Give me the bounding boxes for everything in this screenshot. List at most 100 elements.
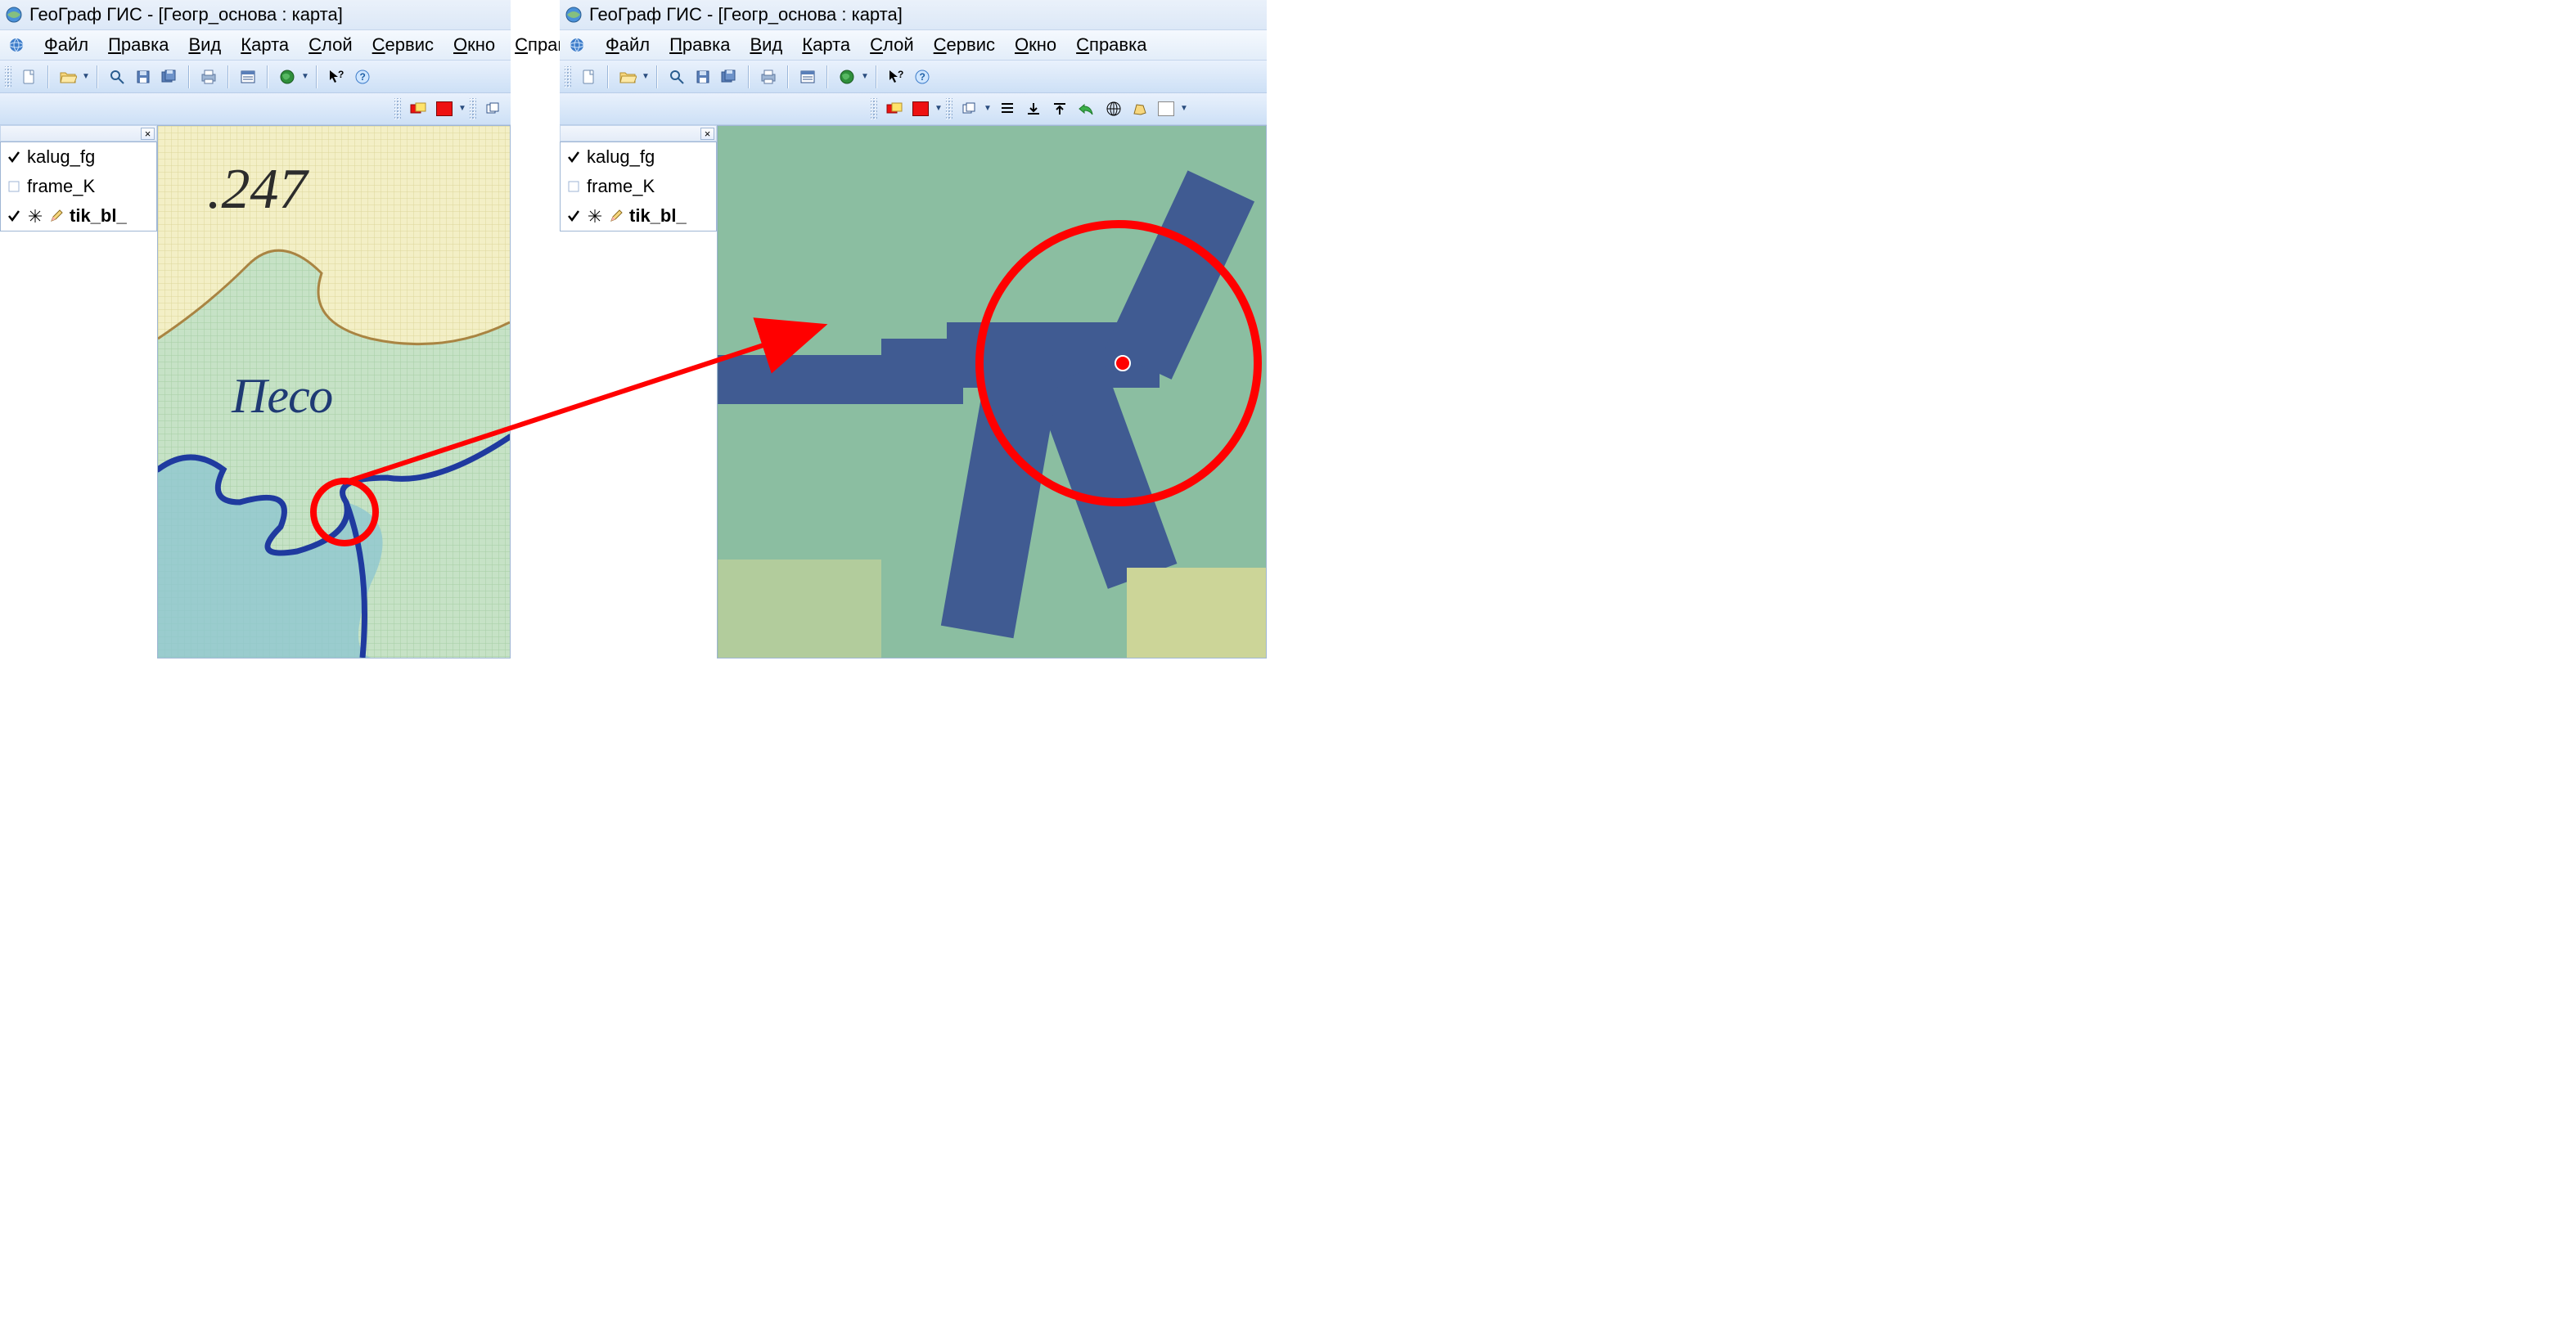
- white-dropdown-icon[interactable]: ▼: [1180, 97, 1188, 121]
- white-swatch-button[interactable]: [1154, 97, 1178, 121]
- grid-globe-button[interactable]: [1101, 97, 1126, 121]
- menu-layer[interactable]: Слой: [870, 34, 914, 56]
- menu-service[interactable]: Сервис: [372, 34, 434, 56]
- toolbar-sep: [874, 65, 879, 88]
- cascade-windows-button[interactable]: [481, 97, 506, 121]
- cascade-dropdown-icon[interactable]: ▼: [984, 97, 992, 121]
- globe-dropdown-icon[interactable]: ▼: [301, 65, 309, 89]
- fill-dropdown-icon[interactable]: ▼: [458, 97, 466, 121]
- help-button[interactable]: ?: [910, 65, 934, 89]
- checkbox-empty-icon[interactable]: [6, 178, 22, 195]
- fill-dropdown-icon[interactable]: ▼: [934, 97, 943, 121]
- checkmark-icon[interactable]: [565, 208, 582, 224]
- menu-file[interactable]: Файл: [44, 34, 88, 56]
- window-list-button[interactable]: [236, 65, 260, 89]
- help-cursor-button[interactable]: ?: [324, 65, 349, 89]
- open-folder-button[interactable]: [56, 65, 80, 89]
- open-folder-button[interactable]: [615, 65, 640, 89]
- overlap-windows-button[interactable]: [882, 97, 907, 121]
- globe-button[interactable]: [835, 65, 859, 89]
- toolbar-grip-icon[interactable]: [5, 66, 11, 88]
- menu-service[interactable]: Сервис: [934, 34, 995, 56]
- help-button[interactable]: ?: [350, 65, 375, 89]
- new-file-button[interactable]: [16, 65, 41, 89]
- white-swatch-icon: [1158, 101, 1174, 116]
- fill-swatch-button[interactable]: [908, 97, 933, 121]
- align-top-button[interactable]: [1047, 97, 1072, 121]
- globe-dropdown-icon[interactable]: ▼: [861, 65, 869, 89]
- close-icon[interactable]: ×: [700, 128, 714, 140]
- zoom-button[interactable]: [664, 65, 689, 89]
- menu-map[interactable]: Карта: [802, 34, 850, 56]
- map-canvas[interactable]: .247 Песо: [157, 125, 511, 658]
- toolbar-grip-icon[interactable]: [394, 98, 401, 119]
- layer-item-tik[interactable]: tik_bl_: [1, 201, 156, 231]
- overlap-windows-button[interactable]: [406, 97, 430, 121]
- print-button[interactable]: [756, 65, 781, 89]
- pencil-icon: [48, 208, 65, 224]
- align-bottom-button[interactable]: [1021, 97, 1046, 121]
- save-all-button[interactable]: [717, 65, 741, 89]
- red-swatch-icon: [912, 101, 929, 116]
- menu-map[interactable]: Карта: [241, 34, 289, 56]
- checkmark-icon[interactable]: [565, 149, 582, 165]
- menu-view[interactable]: Вид: [188, 34, 221, 56]
- mdi-globe-icon[interactable]: [8, 36, 25, 54]
- menu-help[interactable]: Справка: [1076, 34, 1146, 56]
- layer-panel: × kalug_fg frame_K tik_bl_: [0, 125, 157, 658]
- river-label: Песо: [231, 369, 333, 423]
- window-list-button[interactable]: [795, 65, 820, 89]
- toolbar-sep: [606, 65, 610, 88]
- toolbar-grip-icon[interactable]: [470, 98, 476, 119]
- map-canvas-zoom[interactable]: [717, 125, 1267, 658]
- menu-edit[interactable]: Правка: [108, 34, 169, 56]
- close-icon[interactable]: ×: [141, 128, 155, 140]
- layer-item-kalug[interactable]: kalug_fg: [1, 142, 156, 172]
- titlebar[interactable]: ГеоГраф ГИС - [Геогр_основа : карта]: [560, 0, 1267, 30]
- polygon-tool-button[interactable]: [1128, 97, 1152, 121]
- titlebar[interactable]: ГеоГраф ГИС - [Геогр_основа : карта]: [0, 0, 511, 30]
- checkbox-empty-icon[interactable]: [565, 178, 582, 195]
- layer-panel: × kalug_fg frame_K tik_bl_: [560, 125, 717, 658]
- menu-window[interactable]: Окно: [453, 34, 495, 56]
- layer-label: kalug_fg: [587, 146, 655, 168]
- layer-item-frame[interactable]: frame_K: [561, 172, 716, 201]
- checkmark-icon[interactable]: [6, 208, 22, 224]
- open-dropdown-icon[interactable]: ▼: [642, 65, 650, 89]
- menu-edit[interactable]: Правка: [669, 34, 730, 56]
- layer-item-tik[interactable]: tik_bl_: [561, 201, 716, 231]
- fill-swatch-button[interactable]: [432, 97, 457, 121]
- undo-button[interactable]: [1074, 97, 1098, 121]
- align-left-button[interactable]: [995, 97, 1020, 121]
- mdi-globe-icon[interactable]: [568, 36, 586, 54]
- cascade-windows-button[interactable]: [957, 97, 982, 121]
- menu-window[interactable]: Окно: [1015, 34, 1056, 56]
- node-point-icon: [1115, 356, 1130, 371]
- save-button[interactable]: [691, 65, 715, 89]
- menu-view[interactable]: Вид: [750, 34, 782, 56]
- toolbar-grip-icon[interactable]: [565, 66, 571, 88]
- toolbar-sep: [746, 65, 751, 88]
- new-file-button[interactable]: [576, 65, 601, 89]
- workspace: × kalug_fg frame_K tik_bl_: [560, 125, 1267, 658]
- save-all-button[interactable]: [157, 65, 182, 89]
- toolbar-grip-icon[interactable]: [946, 98, 952, 119]
- workspace: × kalug_fg frame_K tik_bl_: [0, 125, 511, 658]
- layer-label: frame_K: [587, 176, 655, 197]
- zoom-button[interactable]: [105, 65, 129, 89]
- help-cursor-button[interactable]: ?: [884, 65, 908, 89]
- menubar: Файл Правка Вид Карта Слой Сервис Окно С…: [560, 30, 1267, 61]
- menu-layer[interactable]: Слой: [308, 34, 353, 56]
- toolbar-grip-icon[interactable]: [871, 98, 877, 119]
- layer-panel-header[interactable]: ×: [0, 125, 157, 142]
- save-button[interactable]: [131, 65, 155, 89]
- print-button[interactable]: [196, 65, 221, 89]
- checkmark-icon[interactable]: [6, 149, 22, 165]
- open-dropdown-icon[interactable]: ▼: [82, 65, 90, 89]
- globe-button[interactable]: [275, 65, 299, 89]
- toolbar-sep: [655, 65, 660, 88]
- layer-item-frame[interactable]: frame_K: [1, 172, 156, 201]
- menu-file[interactable]: Файл: [606, 34, 650, 56]
- layer-item-kalug[interactable]: kalug_fg: [561, 142, 716, 172]
- layer-panel-header[interactable]: ×: [560, 125, 717, 142]
